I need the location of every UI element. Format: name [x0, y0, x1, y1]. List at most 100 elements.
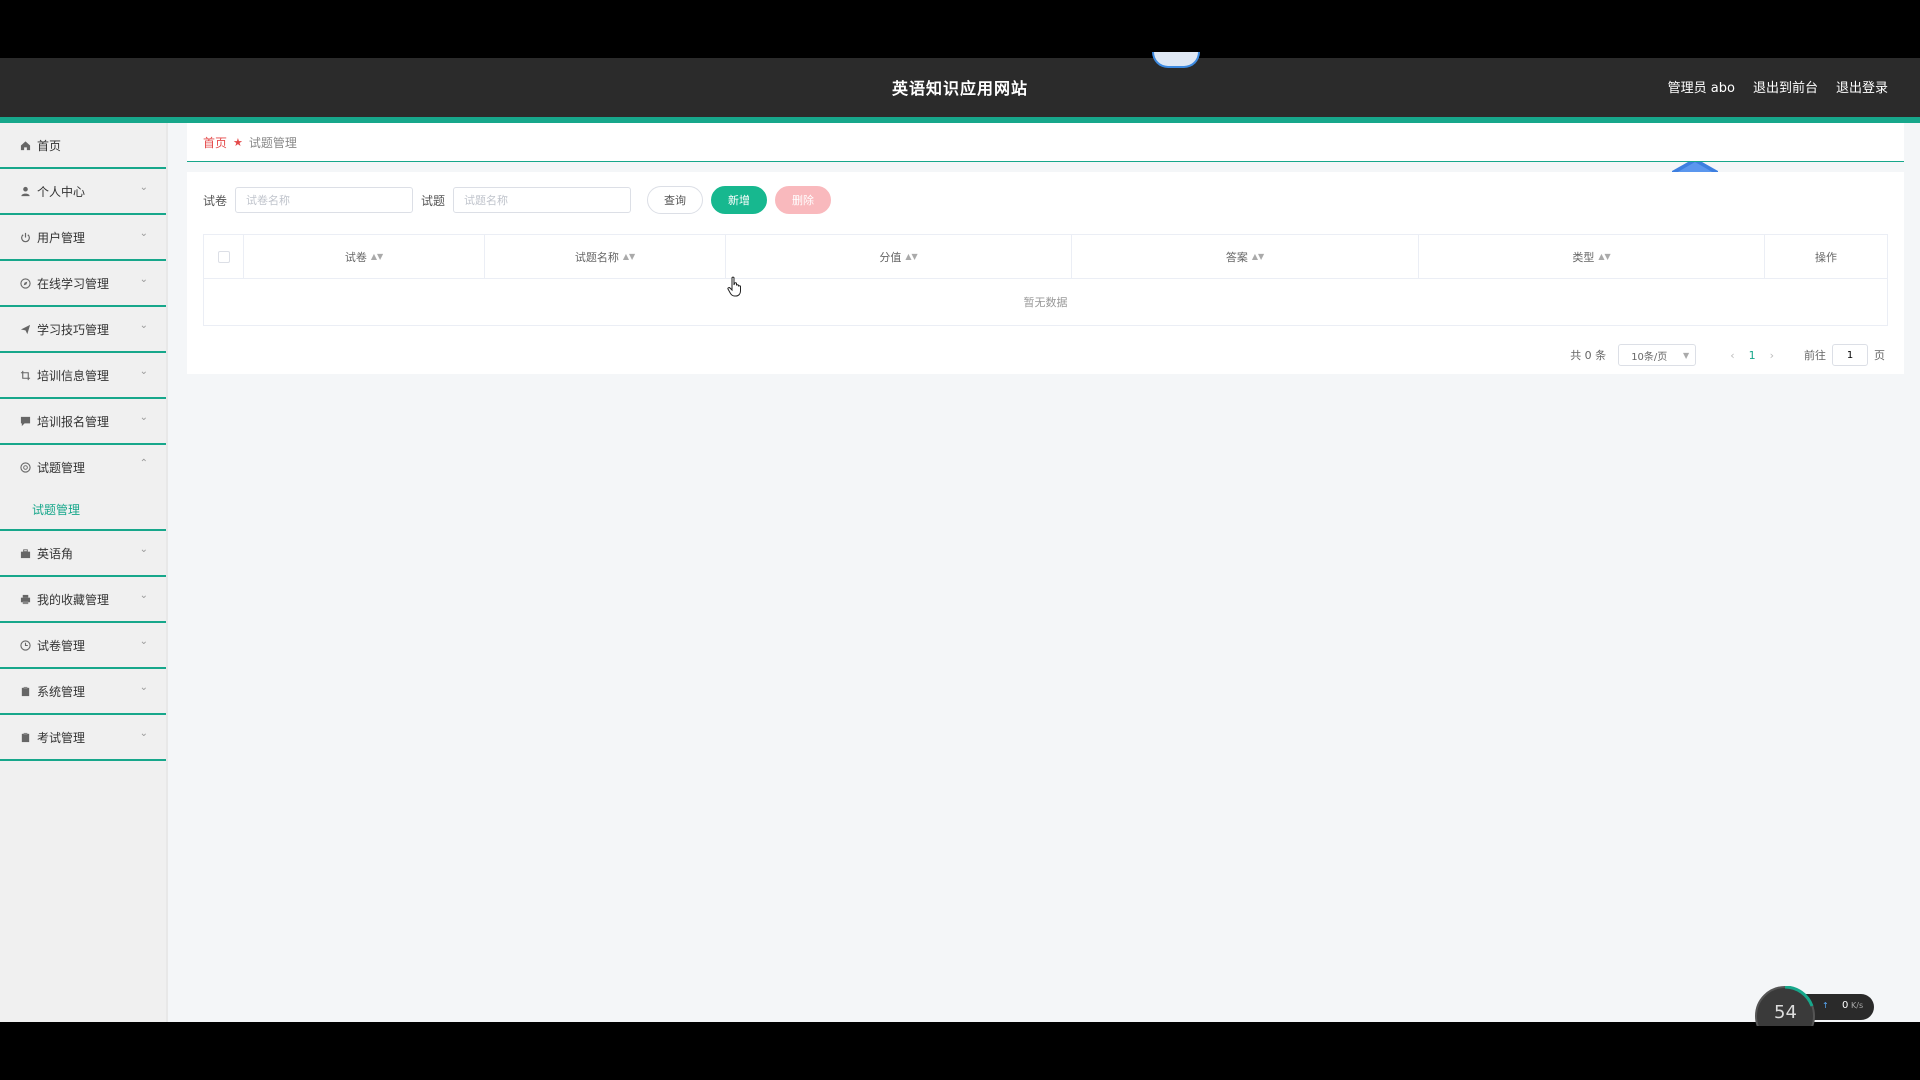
next-page-button[interactable]: › — [1770, 349, 1774, 362]
top-header: 英语知识应用网站 管理员 abo 退出到前台 退出登录 — [0, 52, 1920, 123]
sidebar-item-label: 培训信息管理 — [37, 368, 110, 383]
chevron-down-icon: ⌄ — [139, 274, 148, 285]
column-header-actions: 操作 — [1765, 235, 1887, 278]
chevron-down-icon: ⌄ — [139, 544, 148, 555]
select-all-checkbox[interactable] — [217, 250, 230, 263]
sidebar-item-learning-tips[interactable]: 学习技巧管理 ⌄ — [0, 307, 166, 353]
briefcase-icon — [19, 547, 31, 559]
sidebar-item-english-corner[interactable]: 英语角 ⌄ — [0, 531, 166, 577]
select-all-cell — [204, 235, 244, 278]
user-icon — [19, 185, 31, 197]
prev-page-button[interactable]: ‹ — [1730, 349, 1734, 362]
column-header-label: 答案 — [1225, 250, 1248, 264]
sidebar-item-label: 首页 — [37, 138, 62, 153]
goto-label: 前往 — [1804, 349, 1826, 362]
column-header-label: 试卷 — [344, 250, 367, 264]
sidebar-item-label: 在线学习管理 — [37, 276, 110, 291]
mouse-hand-cursor-icon — [727, 276, 741, 297]
exit-to-frontend-link[interactable]: 退出到前台 — [1753, 77, 1818, 96]
search-bar: 试卷 试题 查询 新增 删除 — [203, 186, 839, 214]
admin-user-label[interactable]: 管理员 abo — [1668, 77, 1735, 96]
sidebar-item-label: 英语角 — [37, 546, 74, 561]
chevron-up-icon: ⌃ — [139, 458, 148, 469]
page-suffix: 页 — [1874, 349, 1885, 362]
letterbox-top — [0, 0, 1920, 58]
widget-speed-text: 0 — [1842, 1000, 1848, 1011]
sort-icon[interactable]: ▲▼ — [905, 252, 917, 261]
logout-link[interactable]: 退出登录 — [1836, 77, 1888, 96]
sort-icon[interactable]: ▲▼ — [623, 252, 635, 261]
site-title: 英语知识应用网站 — [891, 79, 1028, 98]
upload-arrow-icon: ↑ — [1822, 1001, 1829, 1010]
sidebar-item-label: 试题管理 — [37, 460, 86, 475]
header-bubble-decoration — [1152, 52, 1200, 68]
column-header-question-name[interactable]: 试题名称 ▲▼ — [485, 235, 726, 278]
column-header-type[interactable]: 类型 ▲▼ — [1419, 235, 1765, 278]
sidebar-item-personal-center[interactable]: 个人中心 ⌄ — [0, 169, 166, 215]
page-size-select[interactable]: 10条/页 ▼ — [1618, 344, 1697, 366]
sort-icon[interactable]: ▲▼ — [1252, 252, 1264, 261]
goto-page-input[interactable] — [1832, 344, 1868, 366]
pagination: 共 0 条 10条/页 ▼ ‹ 1 › 前往 页 — [1570, 344, 1885, 366]
column-header-score[interactable]: 分值 ▲▼ — [726, 235, 1072, 278]
send-icon — [19, 323, 31, 335]
column-header-paper[interactable]: 试卷 ▲▼ — [244, 235, 485, 278]
sidebar-item-paper-management[interactable]: 试卷管理 ⌄ — [0, 623, 166, 669]
sidebar-subitem-question-management[interactable]: 试题管理 — [0, 489, 166, 531]
column-header-label: 试题名称 — [574, 250, 619, 264]
sidebar-item-home[interactable]: 首页 — [0, 123, 166, 169]
clipboard-icon — [19, 685, 31, 697]
sidebar-item-training-info[interactable]: 培训信息管理 ⌄ — [0, 353, 166, 399]
chat-icon — [19, 415, 31, 427]
table-header: 试卷 ▲▼ 试题名称 ▲▼ 分值 ▲▼ 答案 ▲▼ 类型 ▲▼ 操作 — [204, 235, 1887, 279]
add-button[interactable]: 新增 — [711, 186, 768, 214]
chevron-down-icon: ⌄ — [139, 320, 148, 331]
column-header-label: 分值 — [879, 250, 902, 264]
table-empty-text: 暂无数据 — [1023, 296, 1068, 309]
letterbox-bottom — [0, 1022, 1920, 1080]
column-header-answer[interactable]: 答案 ▲▼ — [1072, 235, 1419, 278]
compass-icon — [19, 277, 31, 289]
chevron-down-icon: ▼ — [1683, 350, 1690, 360]
crop-icon — [19, 369, 31, 381]
content-panel: 试卷 试题 查询 新增 删除 试卷 ▲▼ 试题名称 ▲▼ — [187, 172, 1904, 374]
sidebar-menu: 首页 个人中心 ⌄ 用户管理 ⌄ 在线学习管理 ⌄ 学习技巧管理 ⌄ 培训信息管… — [0, 123, 168, 1022]
sidebar-item-online-learning[interactable]: 在线学习管理 ⌄ — [0, 261, 166, 307]
delete-button[interactable]: 删除 — [775, 186, 832, 214]
page-number-current[interactable]: 1 — [1749, 349, 1756, 362]
sidebar-item-label: 试卷管理 — [37, 638, 86, 653]
paper-name-input[interactable] — [235, 187, 414, 213]
sidebar-item-my-favorites[interactable]: 我的收藏管理 ⌄ — [0, 577, 166, 623]
pagination-total: 共 0 条 — [1570, 349, 1607, 362]
sidebar-item-label: 个人中心 — [37, 184, 86, 199]
sort-icon[interactable]: ▲▼ — [371, 252, 383, 261]
breadcrumb-home-link[interactable]: 首页 — [203, 134, 227, 151]
question-name-input[interactable] — [453, 187, 632, 213]
network-speed-widget[interactable]: 54 ↑ 0 K/s — [1752, 986, 1876, 1026]
sidebar-item-label: 用户管理 — [37, 230, 86, 245]
questions-table: 试卷 ▲▼ 试题名称 ▲▼ 分值 ▲▼ 答案 ▲▼ 类型 ▲▼ 操作 暂无数据 — [203, 234, 1888, 326]
sidebar-item-training-signup[interactable]: 培训报名管理 ⌄ — [0, 399, 166, 445]
chevron-down-icon: ⌄ — [139, 682, 148, 693]
question-label: 试题 — [421, 193, 446, 208]
sidebar-item-label: 考试管理 — [37, 730, 86, 745]
chevron-down-icon: ⌄ — [139, 728, 148, 739]
sort-icon[interactable]: ▲▼ — [1598, 252, 1610, 261]
breadcrumb-current: 试题管理 — [248, 135, 297, 150]
header-user-area: 管理员 abo 退出到前台 退出登录 — [1668, 77, 1888, 96]
query-button[interactable]: 查询 — [647, 186, 704, 214]
widget-percent-text: 54 — [1774, 1002, 1797, 1023]
sidebar-item-label: 系统管理 — [37, 684, 86, 699]
chevron-down-icon: ⌄ — [139, 228, 148, 239]
chevron-down-icon: ⌄ — [139, 182, 148, 193]
sidebar-item-system-management[interactable]: 系统管理 ⌄ — [0, 669, 166, 715]
sidebar-item-user-management[interactable]: 用户管理 ⌄ — [0, 215, 166, 261]
breadcrumb: 首页 ★ 试题管理 — [187, 123, 1904, 162]
chevron-down-icon: ⌄ — [139, 590, 148, 601]
sidebar-item-exam-management[interactable]: 考试管理 ⌄ — [0, 715, 166, 761]
sidebar-item-question-management[interactable]: 试题管理 ⌃ — [0, 445, 166, 489]
sidebar-item-label: 学习技巧管理 — [37, 322, 110, 337]
printer-icon — [19, 593, 31, 605]
chevron-down-icon: ⌄ — [139, 636, 148, 647]
column-header-label: 类型 — [1572, 250, 1595, 264]
